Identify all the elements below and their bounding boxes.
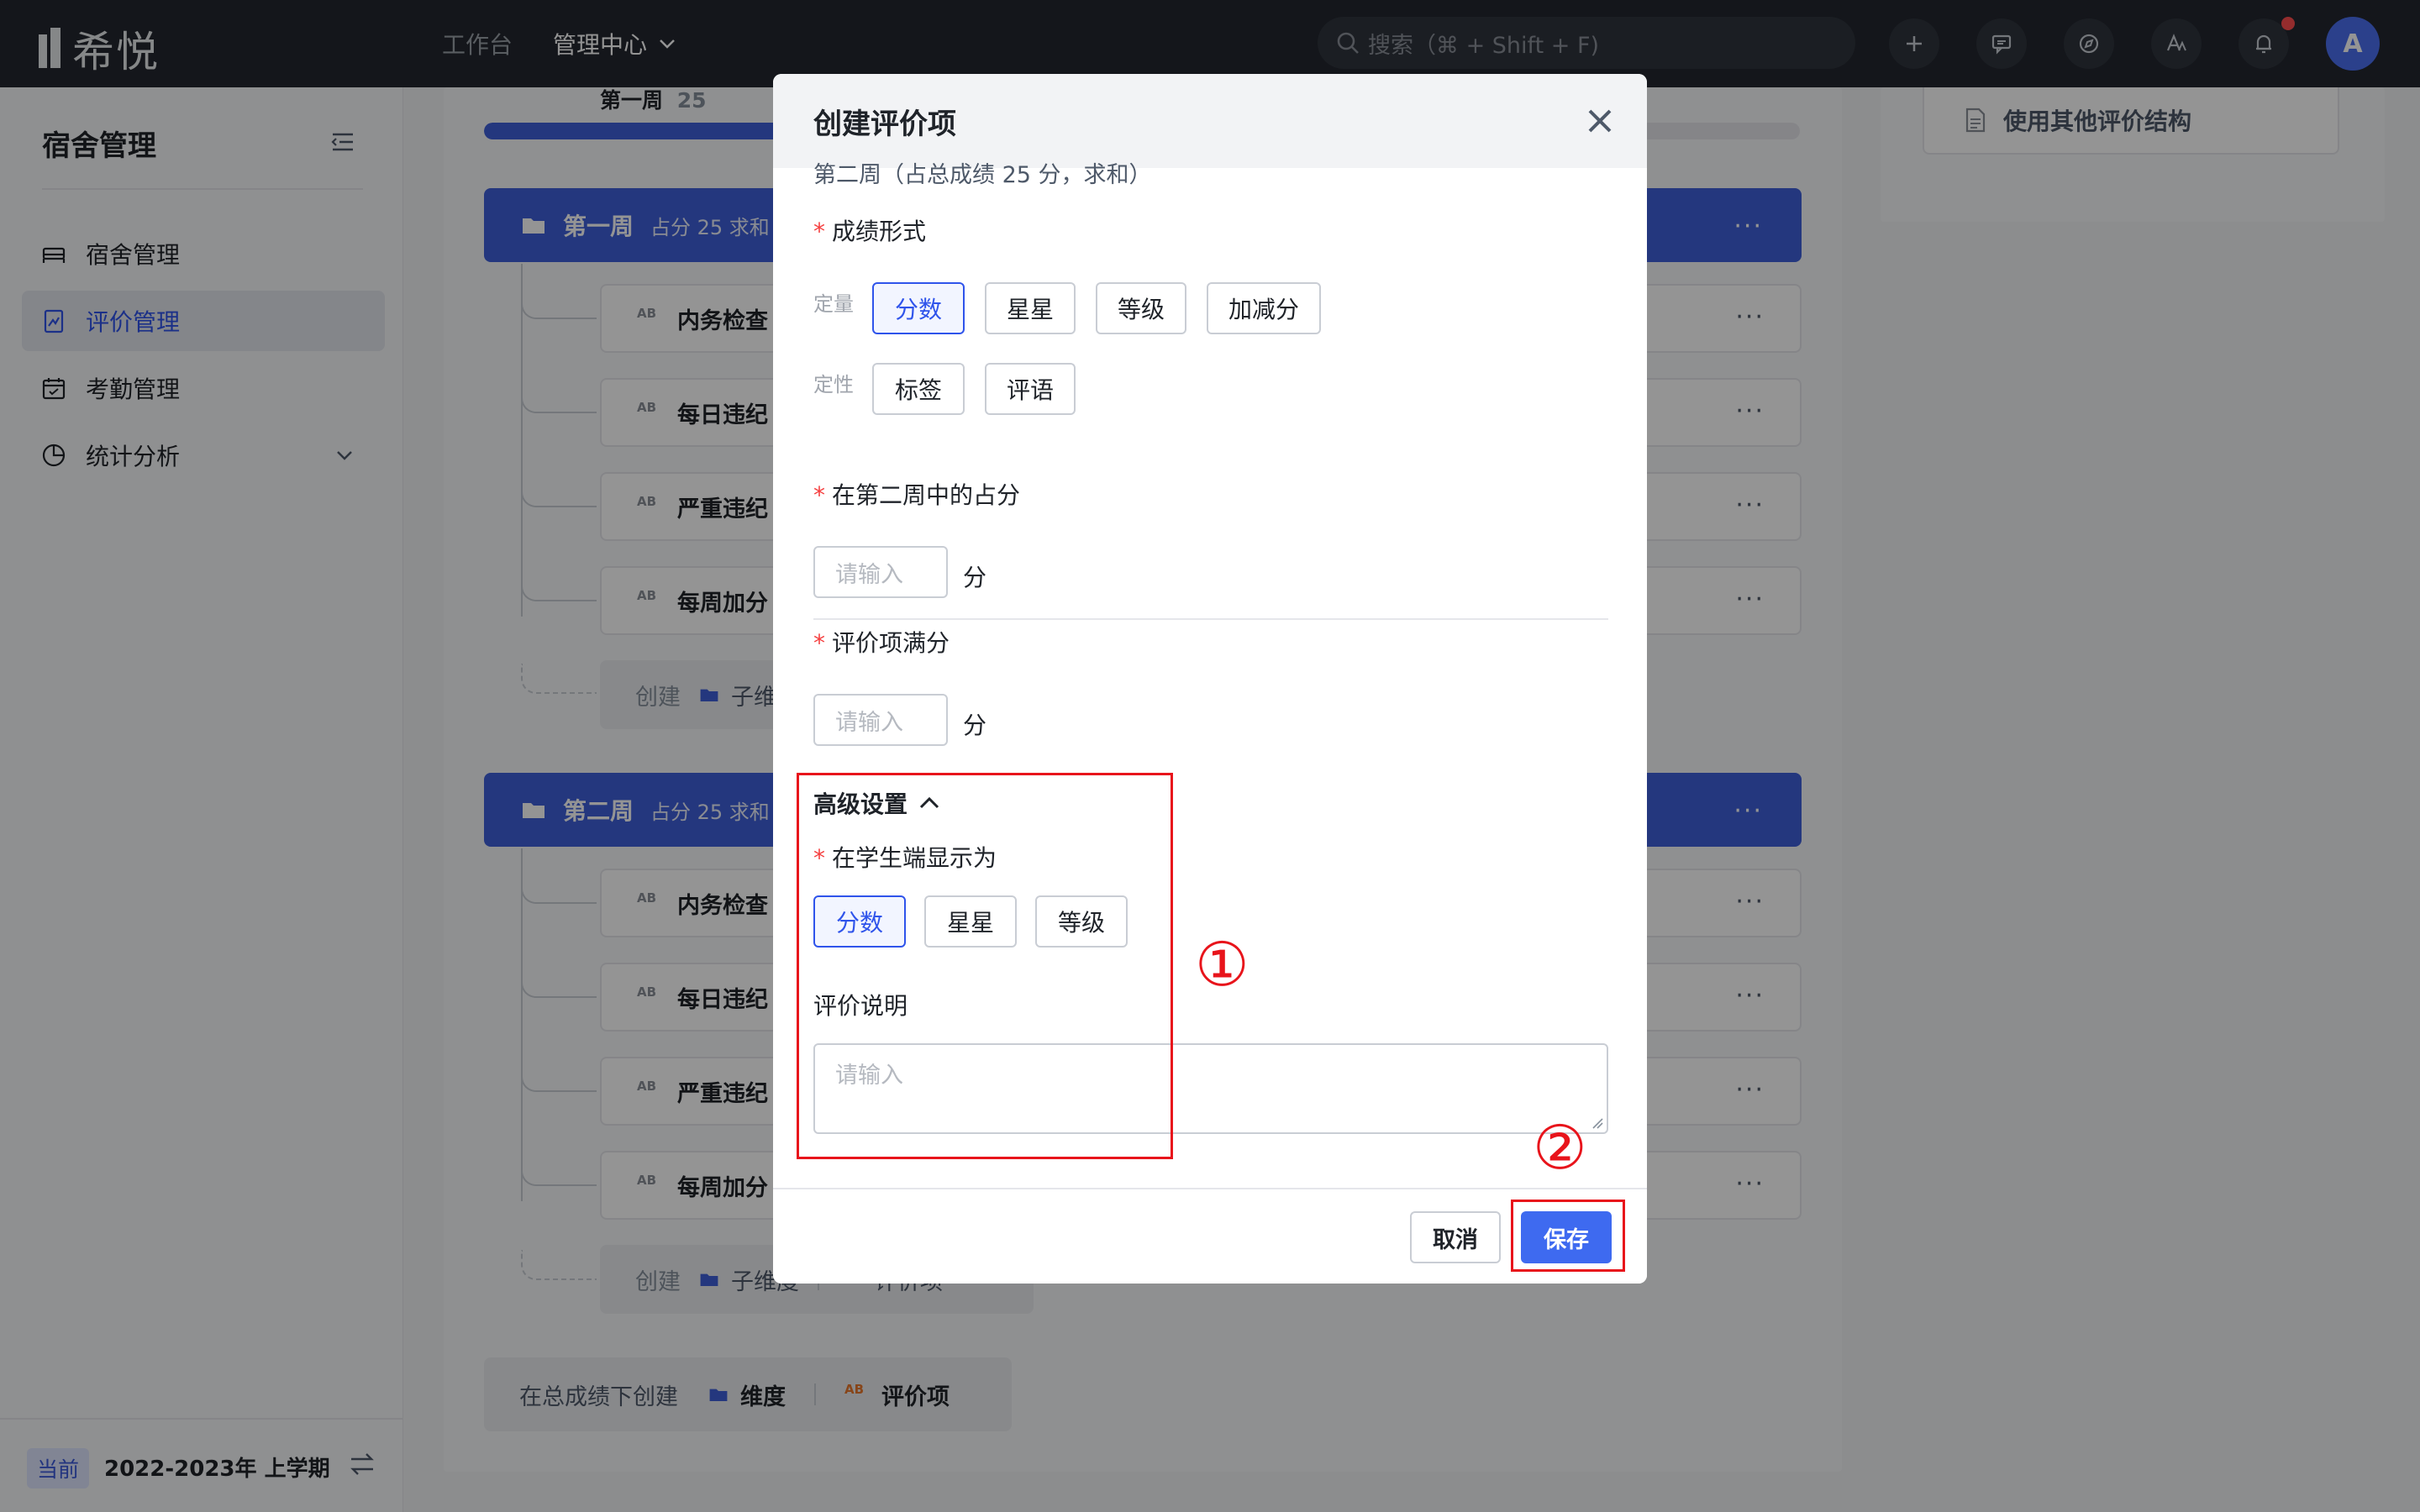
form-type-label: * 成绩形式: [813, 213, 926, 247]
share-score-text: 在第二周中的占分: [832, 481, 1021, 509]
full-score-label: * 评价项满分: [813, 625, 950, 659]
form-divider: [813, 618, 1608, 620]
qualitative-label: 定性: [813, 373, 854, 396]
option-plus-minus[interactable]: 加减分: [1207, 282, 1321, 334]
option-score[interactable]: 分数: [872, 282, 965, 334]
dialog-title: 创建评价项: [813, 107, 956, 141]
required-mark: *: [813, 629, 825, 657]
highlight-save-button: [1511, 1200, 1625, 1272]
full-score-text: 评价项满分: [832, 629, 950, 657]
cancel-button[interactable]: 取消: [1410, 1211, 1501, 1263]
annotation-one: ①: [1195, 929, 1249, 1000]
form-type-text: 成绩形式: [832, 218, 927, 245]
share-score-label: * 在第二周中的占分: [813, 477, 1020, 511]
dialog-header: 创建评价项: [773, 74, 1647, 168]
required-mark: *: [813, 481, 825, 509]
quantitative-label: 定量: [813, 292, 854, 316]
close-icon[interactable]: [1583, 104, 1617, 138]
dialog-context: 第二周（占总成绩 25 分，求和）: [813, 162, 1152, 185]
option-comment[interactable]: 评语: [985, 363, 1076, 415]
annotation-two: ②: [1533, 1112, 1587, 1183]
full-score-unit: 分: [963, 711, 987, 739]
highlight-advanced-settings: [797, 773, 1173, 1159]
resize-handle-icon[interactable]: [1591, 1117, 1603, 1129]
share-score-input[interactable]: 请输入: [813, 546, 948, 598]
option-star[interactable]: 星星: [985, 282, 1076, 334]
full-score-input[interactable]: 请输入: [813, 694, 948, 746]
required-mark: *: [813, 218, 825, 245]
option-tag[interactable]: 标签: [872, 363, 965, 415]
option-grade[interactable]: 等级: [1096, 282, 1186, 334]
share-score-unit: 分: [963, 564, 987, 591]
